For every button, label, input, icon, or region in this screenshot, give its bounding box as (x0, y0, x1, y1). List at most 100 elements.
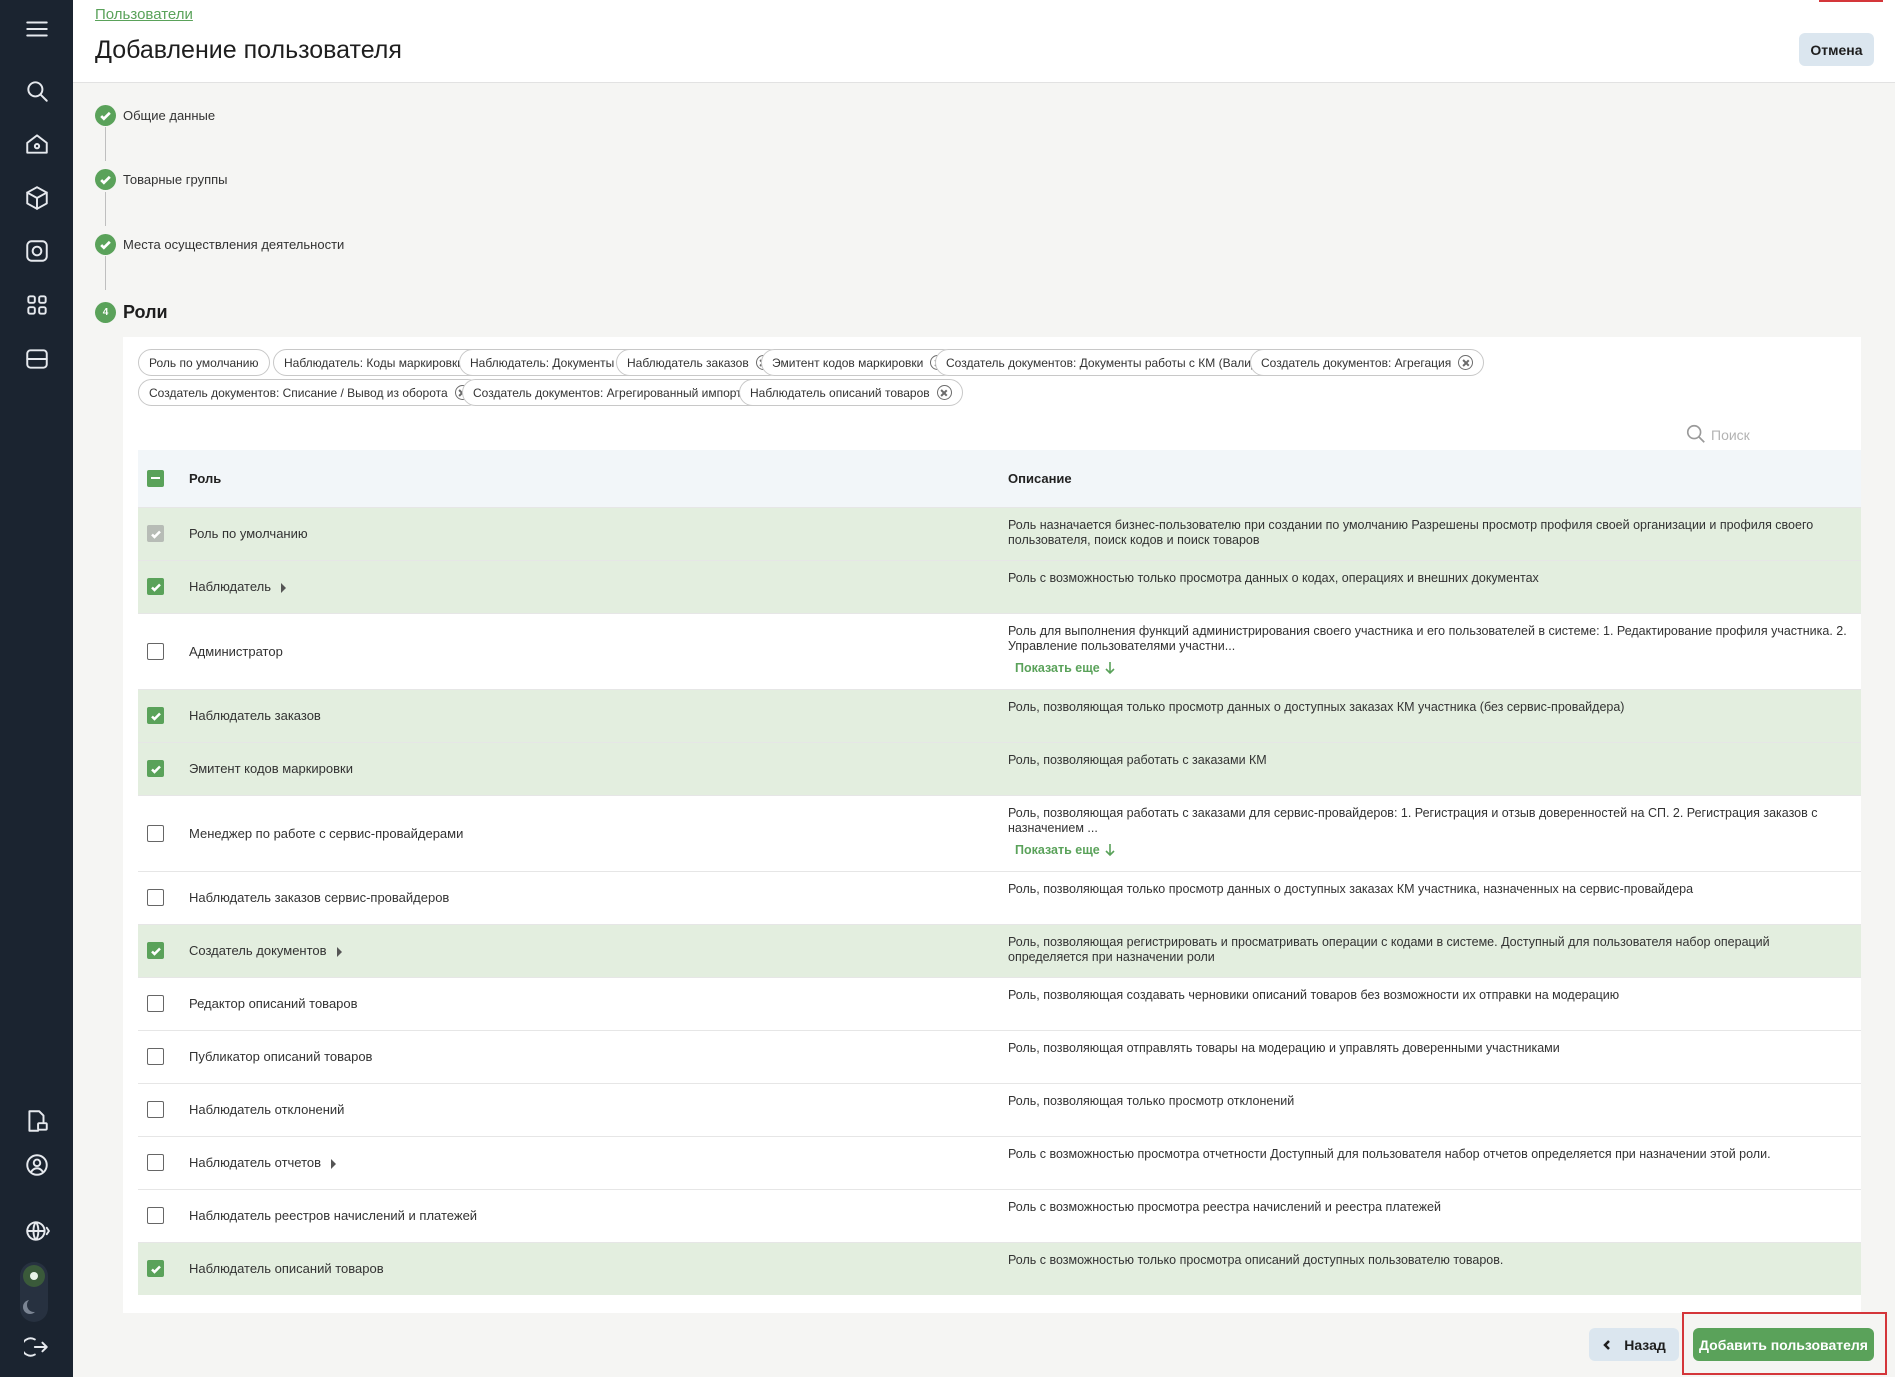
role-search (1683, 421, 1861, 451)
role-checkbox[interactable] (147, 1260, 164, 1278)
role-chip: Создатель документов: Документы работы с… (935, 349, 1301, 376)
select-all-checkbox[interactable] (147, 469, 164, 487)
profile-icon[interactable] (20, 1148, 54, 1182)
role-name: Менеджер по работе с сервис-провайдерами (189, 825, 464, 841)
highlight-mark (1819, 0, 1883, 2)
table-row[interactable]: Наблюдатель Роль с возможностью только пр… (138, 559, 1861, 613)
globe-icon[interactable] (20, 1214, 54, 1248)
role-description: Роль с возможностью только просмотра дан… (1008, 570, 1539, 585)
remove-chip-icon[interactable] (936, 385, 952, 400)
table-row[interactable]: Администратор Роль для выполнения функций… (138, 612, 1861, 689)
roles-panel: Роль по умолчанию Наблюдатель: Коды марки… (123, 337, 1861, 1313)
table-row[interactable]: Публикатор описаний товаров Роль, позволя… (138, 1029, 1861, 1083)
qr-scan-icon[interactable] (20, 288, 54, 322)
menu-icon[interactable] (20, 12, 54, 46)
table-row[interactable]: Редактор описаний товаров Роль, позволяющ… (138, 976, 1861, 1030)
check-icon (150, 765, 161, 774)
table-row[interactable]: Наблюдатель заказов сервис-провайдеров Ро… (138, 870, 1861, 924)
role-description: Роль назначается бизнес-пользователю при… (1008, 517, 1814, 547)
role-checkbox[interactable] (147, 1101, 164, 1118)
role-chip: Эмитент кодов маркировки (761, 349, 957, 376)
check-icon (95, 234, 116, 255)
role-checkbox[interactable] (147, 824, 164, 842)
table-row[interactable]: Наблюдатель реестров начислений и платеж… (138, 1188, 1861, 1242)
role-description: Роль, позволяющая работать с заказами КМ (1008, 752, 1267, 767)
sun-icon[interactable] (23, 1265, 45, 1287)
search-icon[interactable] (20, 74, 54, 108)
role-name: Наблюдатель (189, 579, 272, 594)
check-icon (95, 105, 116, 126)
expand-arrow-icon[interactable] (336, 946, 342, 957)
role-checkbox[interactable] (147, 578, 164, 595)
table-row[interactable]: Менеджер по работе с сервис-провайдерами… (138, 794, 1861, 871)
logout-icon[interactable] (20, 1330, 54, 1364)
search-icon (1686, 424, 1705, 443)
cancel-button[interactable]: Отмена (1799, 33, 1874, 66)
role-checkbox[interactable] (147, 760, 164, 777)
show-more-link[interactable]: Показать еще (1015, 661, 1116, 676)
role-description: Роль, позволяющая только просмотр данных… (1008, 699, 1625, 714)
role-checkbox[interactable] (147, 1154, 164, 1171)
check-icon (150, 712, 161, 721)
breadcrumb-users[interactable]: Пользователи (95, 6, 193, 23)
column-role: Роль (189, 450, 1008, 507)
role-name: Публикатор описаний товаров (189, 1049, 373, 1064)
role-checkbox[interactable] (147, 995, 164, 1012)
role-name: Наблюдатель отклонений (189, 1102, 345, 1117)
role-checkbox[interactable] (147, 1207, 164, 1224)
role-name: Редактор описаний товаров (189, 996, 358, 1011)
expand-arrow-icon[interactable] (281, 582, 287, 593)
role-description: Роль с возможностью просмотра отчетности… (1008, 1146, 1771, 1161)
role-name: Эмитент кодов маркировки (189, 761, 353, 776)
table-row[interactable]: Роль по умолчанию Роль назначается бизнес… (138, 506, 1861, 560)
cube-icon[interactable] (20, 181, 54, 215)
column-description: Описание (1008, 450, 1861, 507)
arrow-down-icon (1105, 662, 1115, 675)
table-row[interactable]: Эмитент кодов маркировки Роль, позволяюща… (138, 741, 1861, 795)
role-checkbox[interactable] (147, 707, 164, 724)
role-checkbox (147, 525, 164, 542)
expand-arrow-icon[interactable] (331, 1158, 337, 1169)
role-description: Роль для выполнения функций администриро… (1008, 623, 1847, 653)
role-checkbox[interactable] (147, 642, 164, 660)
camera-box-icon[interactable] (20, 234, 54, 268)
step-number: 4 (95, 302, 116, 323)
role-chip: Создатель документов: Агрегация (1250, 349, 1485, 376)
remove-chip-icon[interactable] (1458, 355, 1474, 370)
search-input[interactable] (1711, 423, 1859, 447)
check-icon (95, 169, 116, 190)
table-row[interactable]: Наблюдатель заказов Роль, позволяющая тол… (138, 688, 1861, 742)
role-checkbox[interactable] (147, 942, 164, 959)
theme-switch[interactable] (20, 1262, 48, 1322)
back-button[interactable]: Назад (1589, 1328, 1679, 1361)
check-icon (150, 583, 161, 592)
moon-icon[interactable] (27, 1298, 41, 1312)
storage-icon[interactable] (20, 342, 54, 376)
role-name: Наблюдатель отчетов (189, 1155, 322, 1170)
highlight-frame (1682, 1312, 1887, 1375)
role-name: Наблюдатель описаний товаров (189, 1261, 384, 1277)
home-icon[interactable] (20, 127, 54, 161)
arrow-down-icon (1105, 844, 1115, 857)
step-product-groups[interactable]: Товарные группы (95, 169, 228, 190)
table-row[interactable]: Наблюдатель описаний товаров Роль с возмо… (138, 1241, 1861, 1295)
roles-table: Роль Описание Роль по умолчанию Роль назн… (138, 450, 1861, 1295)
sidebar (0, 0, 73, 1377)
page-header: Пользователи Добавление пользователя Отм… (73, 0, 1895, 83)
step-general-data[interactable]: Общие данные (95, 105, 215, 126)
role-description: Роль с возможностью только просмотра опи… (1008, 1252, 1504, 1267)
step-roles[interactable]: 4 Роли (95, 302, 168, 323)
table-row[interactable]: Наблюдатель отклонений Роль, позволяющая … (138, 1082, 1861, 1136)
step-activity-places[interactable]: Места осуществления деятельности (95, 234, 344, 255)
role-checkbox[interactable] (147, 889, 164, 906)
check-icon (150, 947, 161, 956)
table-row[interactable]: Наблюдатель отчетов Роль с возможностью п… (138, 1135, 1861, 1189)
chevron-left-icon (1603, 1339, 1611, 1350)
role-name: Наблюдатель заказов сервис-провайдеров (189, 890, 450, 905)
table-row[interactable]: Создатель документов Роль, позволяющая ре… (138, 923, 1861, 977)
show-more-link[interactable]: Показать еще (1015, 843, 1116, 858)
role-checkbox[interactable] (147, 1048, 164, 1065)
role-name: Наблюдатель заказов (189, 708, 321, 723)
role-description: Роль, позволяющая создавать черновики оп… (1008, 987, 1620, 1002)
document-money-icon[interactable] (20, 1104, 54, 1138)
